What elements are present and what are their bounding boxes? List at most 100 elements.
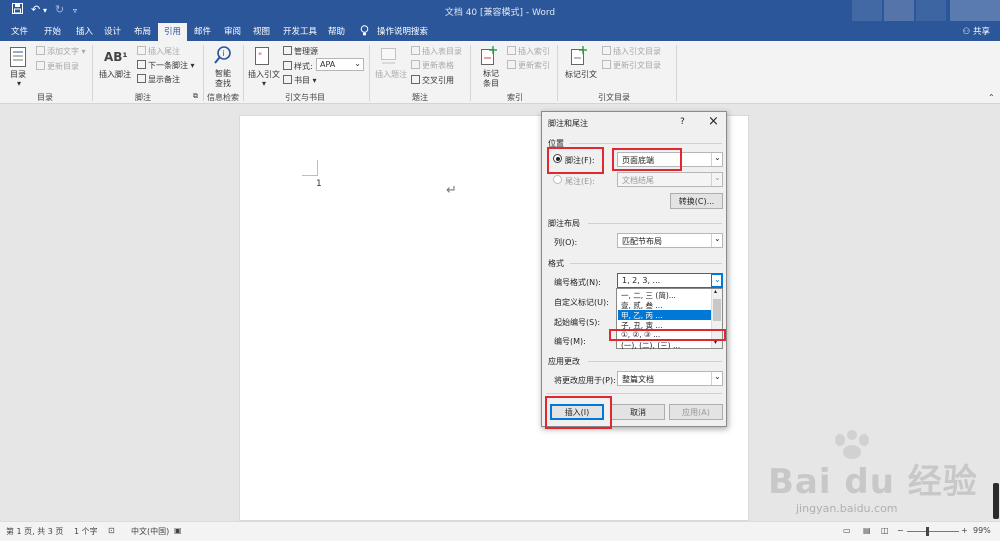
update-index-button[interactable]: 更新索引	[507, 60, 550, 71]
manage-sources-label: 管理源	[294, 47, 318, 56]
columns-select[interactable]: 匹配节布局 ⌄	[617, 233, 723, 248]
web-layout-icon[interactable]: ◫	[881, 526, 889, 535]
show-notes-label: 显示备注	[148, 75, 180, 84]
next-footnote-button[interactable]: 下一条脚注 ▾	[137, 60, 195, 71]
vertical-scrollbar-thumb[interactable]	[993, 483, 999, 519]
tab-view[interactable]: 视图	[253, 25, 270, 37]
proofing-icon[interactable]: ⊡	[108, 526, 115, 535]
cross-reference-button[interactable]: 交叉引用	[411, 75, 454, 86]
insert-footnote-icon[interactable]: AB¹	[104, 50, 128, 64]
apply-to-label: 将更改应用于(P):	[554, 376, 616, 385]
number-format-option[interactable]: 一, 二, 三 (简)...	[618, 290, 713, 300]
insert-toa-button[interactable]: 插入引文目录	[602, 46, 661, 57]
endnote-radio[interactable]	[553, 175, 562, 184]
page-count[interactable]: 第 1 页, 共 3 页	[6, 526, 63, 537]
tab-references[interactable]: 引用	[158, 23, 188, 41]
collapse-ribbon-icon[interactable]: ⌃	[988, 93, 995, 102]
update-table-label: 更新表格	[422, 61, 454, 70]
zoom-level[interactable]: 99%	[973, 526, 991, 535]
tab-help[interactable]: 帮助	[328, 25, 345, 37]
format-header: 格式	[548, 259, 564, 268]
window-button-blur-1	[852, 0, 882, 21]
number-format-option[interactable]: (一), (二), (三) ...	[618, 340, 713, 350]
tab-home[interactable]: 开始	[44, 25, 61, 37]
tab-layout[interactable]: 布局	[134, 25, 151, 37]
highlight-footnote-radio	[547, 147, 604, 174]
toc-dropdown-icon[interactable]: ▾	[17, 79, 21, 88]
group-label-index: 索引	[507, 93, 523, 102]
update-table-icon	[411, 60, 420, 69]
insert-endnote-button[interactable]: 插入尾注	[137, 46, 180, 57]
group-separator	[676, 45, 677, 101]
apply-changes-header: 应用更改	[548, 357, 580, 366]
mark-citation-icon[interactable]	[571, 46, 589, 66]
table-of-contents-icon[interactable]	[10, 47, 28, 67]
update-toc-button[interactable]: 更新目录	[36, 61, 79, 72]
convert-button[interactable]: 转换(C)...	[670, 193, 723, 209]
bibliography-button[interactable]: 书目 ▾	[283, 75, 317, 86]
zoom-slider-thumb[interactable]	[926, 527, 929, 536]
update-toa-button[interactable]: 更新引文目录	[602, 60, 661, 71]
show-notes-button[interactable]: 显示备注	[137, 74, 180, 85]
insert-citation-dropdown-icon[interactable]: ▾	[262, 79, 266, 88]
add-text-button[interactable]: 添加文字 ▾	[36, 46, 86, 57]
update-toc-label: 更新目录	[47, 62, 79, 71]
help-button[interactable]: ?	[680, 117, 685, 127]
share-button[interactable]: ⚇ 共享	[963, 25, 990, 37]
number-format-select[interactable]: 1, 2, 3, ... ⌄	[617, 273, 723, 288]
group-label-citations: 引文与书目	[285, 93, 325, 102]
tab-insert[interactable]: 插入	[76, 25, 93, 37]
language-indicator[interactable]: 中文(中国)	[131, 526, 169, 537]
chevron-down-icon: ⌄	[354, 59, 361, 68]
scrollbar-thumb[interactable]	[713, 299, 721, 321]
mark-citation-button[interactable]: 标记引文	[565, 69, 597, 80]
tell-me-search[interactable]: 操作说明搜索	[377, 25, 428, 37]
chevron-down-icon: ⌄	[711, 274, 722, 287]
bibliography-icon	[283, 75, 292, 84]
insert-footnote-button[interactable]: 插入脚注	[99, 69, 131, 80]
tab-review[interactable]: 审阅	[224, 25, 241, 37]
zoom-out-icon[interactable]: −	[897, 526, 904, 535]
mark-entry-label-2[interactable]: 条目	[483, 78, 499, 89]
tab-design[interactable]: 设计	[104, 25, 121, 37]
smart-lookup-icon[interactable]: i	[214, 46, 232, 66]
number-format-label: 编号格式(N):	[554, 278, 601, 287]
lightbulb-icon[interactable]	[360, 25, 369, 39]
macro-record-icon[interactable]: ▣	[174, 526, 182, 535]
zoom-in-icon[interactable]: +	[961, 526, 968, 535]
scroll-up-icon[interactable]: ▴	[714, 288, 717, 295]
insert-citation-icon[interactable]: "	[255, 47, 273, 67]
read-mode-icon[interactable]: ▭	[843, 526, 851, 535]
print-layout-icon[interactable]: ▤	[863, 526, 871, 535]
manage-sources-button[interactable]: 管理源	[283, 46, 318, 57]
bibliography-label: 书目	[294, 76, 310, 85]
apply-button[interactable]: 应用(A)	[669, 404, 723, 420]
mark-entry-icon[interactable]	[481, 46, 499, 66]
insert-caption-icon[interactable]	[381, 48, 399, 68]
endnote-position-select[interactable]: 文档结尾 ⌄	[617, 172, 723, 187]
number-format-option-selected[interactable]: 甲, 乙, 丙 ...	[618, 310, 713, 320]
smart-lookup-label-2[interactable]: 查找	[215, 78, 231, 89]
close-icon[interactable]: ×	[708, 114, 719, 129]
group-separator	[92, 45, 93, 101]
apply-to-select[interactable]: 整篇文档 ⌄	[617, 371, 723, 386]
chevron-down-icon: ⌄	[711, 372, 722, 385]
columns-value: 匹配节布局	[622, 237, 662, 246]
cancel-button[interactable]: 取消	[611, 404, 665, 420]
insert-index-button[interactable]: 插入索引	[507, 46, 550, 57]
citation-style-select[interactable]: APA ⌄	[316, 58, 364, 71]
tab-mailings[interactable]: 邮件	[194, 25, 211, 37]
zoom-slider-track[interactable]	[907, 531, 959, 532]
tab-developer[interactable]: 开发工具	[283, 25, 317, 37]
word-count[interactable]: 1 个字	[74, 526, 98, 537]
tab-file[interactable]: 文件	[11, 25, 28, 37]
insert-endnote-icon	[137, 46, 146, 55]
insert-caption-button[interactable]: 插入题注	[375, 69, 407, 80]
number-format-option[interactable]: 壹, 贰, 叁 ...	[618, 300, 713, 310]
insert-table-of-figures-button[interactable]: 插入表目录	[411, 46, 462, 57]
insert-endnote-label: 插入尾注	[148, 47, 180, 56]
title-bar: ↶ ▾ ↻ ▿ 文档 40 [兼容模式] - Word	[0, 0, 1000, 21]
footnote-dialog-launcher-icon[interactable]: ⧉	[193, 92, 198, 101]
window-title: 文档 40 [兼容模式] - Word	[444, 8, 556, 18]
update-table-button[interactable]: 更新表格	[411, 60, 454, 71]
